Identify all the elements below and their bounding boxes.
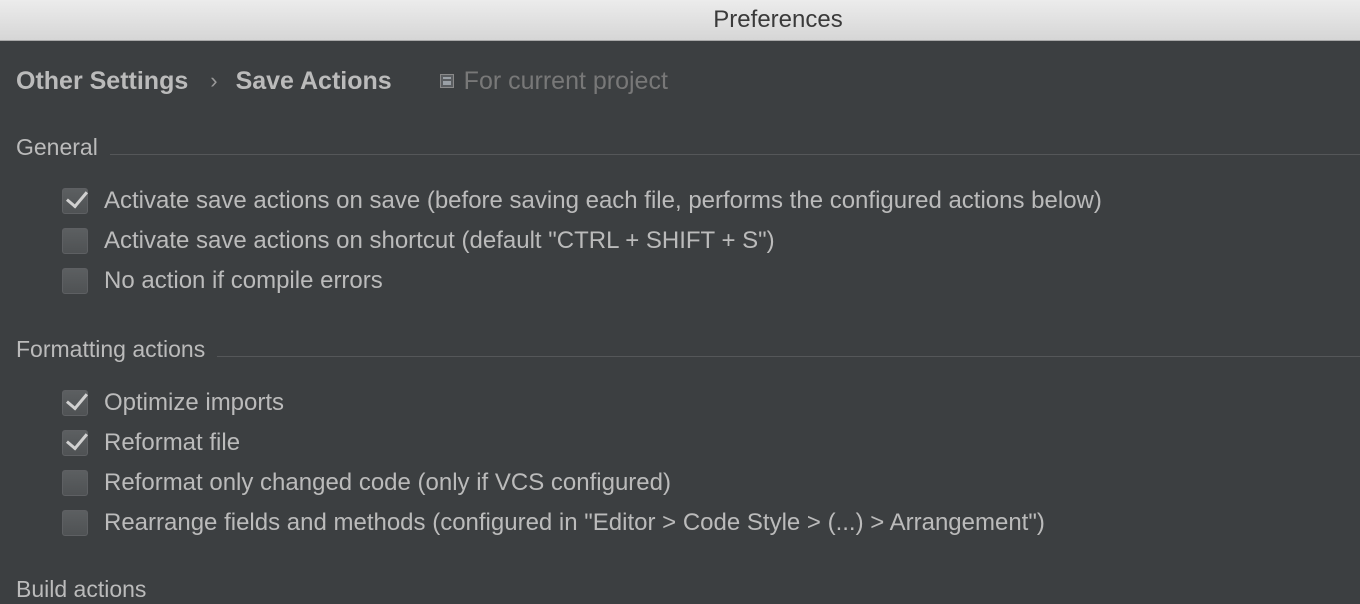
breadcrumb-other-settings[interactable]: Other Settings: [16, 67, 188, 96]
section-general: General: [16, 132, 1360, 162]
option-label: Reformat only changed code (only if VCS …: [104, 469, 671, 496]
checkbox[interactable]: [62, 390, 88, 416]
breadcrumb: Other Settings › Save Actions For curren…: [16, 62, 668, 100]
option-rearrange-fields[interactable]: Rearrange fields and methods (configured…: [62, 506, 1045, 540]
section-title-general: General: [16, 133, 98, 160]
checkbox[interactable]: [62, 510, 88, 536]
section-title-formatting: Formatting actions: [16, 335, 206, 362]
window-titlebar: Preferences: [0, 0, 1360, 41]
option-reformat-file[interactable]: Reformat file: [62, 426, 240, 460]
breadcrumb-separator: ›: [210, 68, 218, 93]
option-no-action-compile-errors[interactable]: No action if compile errors: [62, 264, 383, 298]
project-scope-label: For current project: [463, 66, 668, 95]
checkbox[interactable]: [62, 228, 88, 254]
option-optimize-imports[interactable]: Optimize imports: [62, 386, 284, 420]
option-label: Activate save actions on shortcut (defau…: [104, 227, 775, 254]
window-title: Preferences: [713, 6, 843, 33]
project-scope: For current project: [439, 66, 668, 96]
option-label: Activate save actions on save (before sa…: [104, 187, 1102, 214]
option-activate-on-save[interactable]: Activate save actions on save (before sa…: [62, 184, 1102, 218]
option-label: Reformat file: [104, 429, 241, 456]
checkbox[interactable]: [62, 470, 88, 496]
option-activate-on-shortcut[interactable]: Activate save actions on shortcut (defau…: [62, 224, 775, 258]
option-label: No action if compile errors: [104, 267, 383, 294]
project-scope-icon: [439, 74, 454, 88]
checkbox[interactable]: [62, 268, 88, 294]
option-reformat-changed-code[interactable]: Reformat only changed code (only if VCS …: [62, 466, 671, 500]
breadcrumb-save-actions: Save Actions: [235, 66, 392, 95]
section-formatting: Formatting actions: [16, 334, 1360, 364]
checkbox[interactable]: [62, 188, 88, 214]
option-label: Optimize imports: [104, 389, 285, 416]
section-divider: [109, 153, 1360, 155]
option-label: Rearrange fields and methods (configured…: [104, 509, 1045, 536]
section-divider: [217, 355, 1360, 357]
checkbox[interactable]: [62, 430, 88, 456]
section-build: Build actions: [16, 574, 1360, 604]
section-title-build: Build actions: [16, 575, 147, 602]
